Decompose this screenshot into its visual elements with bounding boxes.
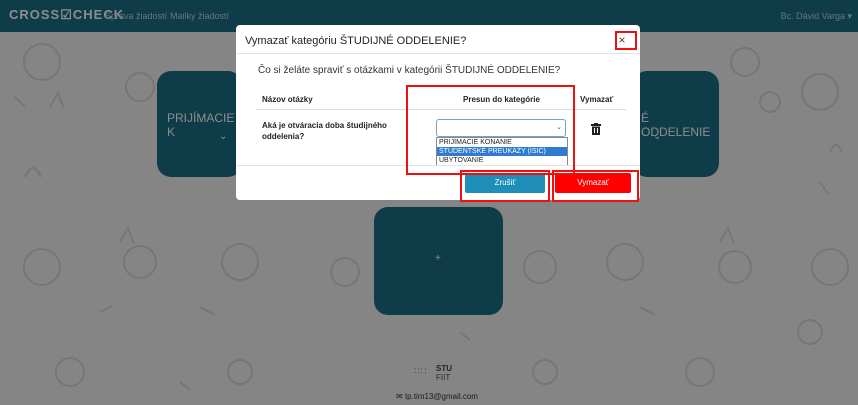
question-cell: Aká je otváracia doba študijného oddelen… [262,121,387,141]
modal-header-divider [236,53,640,54]
column-header-question: Názov otázky [262,95,313,104]
modal-question: Čo si želáte spraviť s otázkami v kategó… [258,65,561,76]
chevron-down-icon: ⌄ [556,124,562,131]
delete-button[interactable]: Vymazať [555,173,631,193]
close-icon[interactable]: × [616,34,628,46]
cancel-button[interactable]: Zrušiť [465,173,545,193]
category-select[interactable]: ⌄ [436,119,566,137]
column-header-move: Presun do kategórie [463,95,540,104]
column-header-delete: Vymazať [580,95,614,104]
modal-title: Vymazať kategóriu ŠTUDIJNÉ ODDELENIE? [245,35,467,47]
category-dropdown-list: PRIJÍMACIE KONANIE ŠTUDENTSKÉ PREUKAZY (… [436,137,568,166]
dropdown-option[interactable]: PRIJÍMACIE KONANIE [437,138,567,147]
table-header-divider [256,109,626,110]
dropdown-option[interactable]: UBYTOVANIE [437,156,567,165]
modal-footer-divider [236,165,640,166]
dropdown-option-selected[interactable]: ŠTUDENTSKÉ PREUKAZY (ISIC) [437,147,567,156]
delete-category-modal: Vymazať kategóriu ŠTUDIJNÉ ODDELENIE? × … [236,25,640,200]
trash-icon[interactable] [591,123,601,135]
